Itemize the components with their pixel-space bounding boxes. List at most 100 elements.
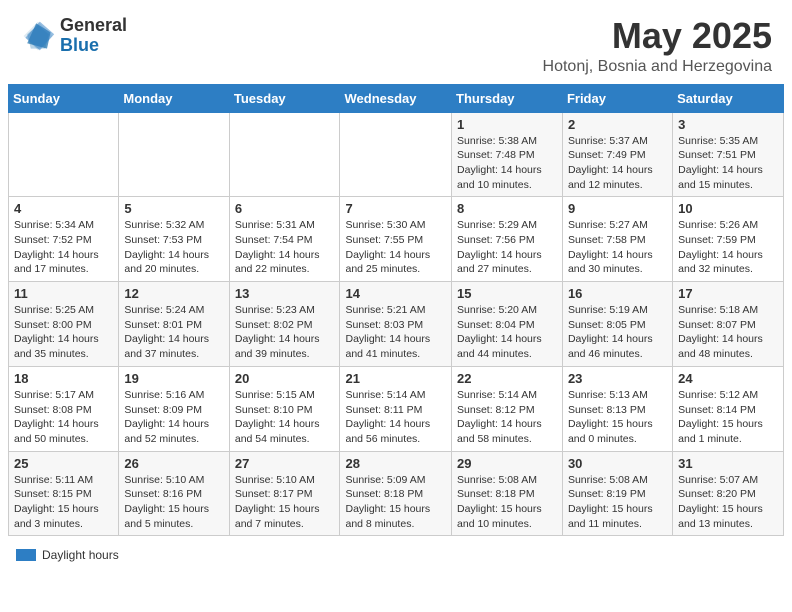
logo-blue-text: Blue: [60, 36, 127, 56]
week-row-0: 1Sunrise: 5:38 AM Sunset: 7:48 PM Daylig…: [9, 112, 784, 197]
calendar-cell: 7Sunrise: 5:30 AM Sunset: 7:55 PM Daylig…: [340, 197, 452, 282]
day-number: 4: [14, 201, 113, 216]
logo-text: General Blue: [60, 16, 127, 56]
calendar-cell: 10Sunrise: 5:26 AM Sunset: 7:59 PM Dayli…: [673, 197, 784, 282]
daylight-label: Daylight hours: [42, 548, 119, 562]
calendar-cell: 16Sunrise: 5:19 AM Sunset: 8:05 PM Dayli…: [562, 282, 672, 367]
calendar-cell: 5 Sunrise: 5:32 AM Sunset: 7:53 PM Daylig…: [119, 197, 229, 282]
calendar-cell: 23 Sunrise: 5:13 AM Sunset: 8:13 PM Dayli…: [562, 366, 672, 451]
location-text: Hotonj, Bosnia and Herzegovina: [543, 58, 772, 76]
day-info: Sunrise: 5:15 AM Sunset: 8:10 PM Dayligh…: [235, 388, 335, 447]
week-row-3: 18 Sunrise: 5:17 AM Sunset: 8:08 PM Dayli…: [9, 366, 784, 451]
page-header: General Blue May 2025 Hotonj, Bosnia and…: [0, 0, 792, 84]
day-number: 9: [568, 201, 667, 216]
day-number: 24: [678, 371, 778, 386]
calendar-footer: Daylight hours: [0, 544, 792, 570]
day-info: Sunrise: 5:35 AM Sunset: 7:51 PM Dayligh…: [678, 134, 778, 193]
day-number: 18: [14, 371, 113, 386]
day-number: 23: [568, 371, 667, 386]
calendar-cell: 1Sunrise: 5:38 AM Sunset: 7:48 PM Daylig…: [452, 112, 563, 197]
header-day-thursday: Thursday: [452, 84, 563, 112]
day-info: Sunrise: 5:24 AM Sunset: 8:01 PM Dayligh…: [124, 303, 223, 362]
week-row-2: 11 Sunrise: 5:25 AM Sunset: 8:00 PM Dayli…: [9, 282, 784, 367]
day-info: Sunrise: 5:29 AM Sunset: 7:56 PM Dayligh…: [457, 218, 557, 277]
day-info: Sunrise: 5:30 AM Sunset: 7:55 PM Dayligh…: [345, 218, 446, 277]
month-title: May 2025: [543, 16, 772, 56]
calendar-cell: 18 Sunrise: 5:17 AM Sunset: 8:08 PM Dayli…: [9, 366, 119, 451]
day-number: 12: [124, 286, 223, 301]
day-number: 14: [345, 286, 446, 301]
calendar-cell: 9 Sunrise: 5:27 AM Sunset: 7:58 PM Daylig…: [562, 197, 672, 282]
day-number: 13: [235, 286, 335, 301]
calendar-cell: 6Sunrise: 5:31 AM Sunset: 7:54 PM Daylig…: [229, 197, 340, 282]
calendar-cell: 29 Sunrise: 5:08 AM Sunset: 8:18 PM Dayli…: [452, 451, 563, 536]
day-info: Sunrise: 5:13 AM Sunset: 8:13 PM Dayligh…: [568, 388, 667, 447]
calendar-cell: [229, 112, 340, 197]
calendar-cell: 19 Sunrise: 5:16 AM Sunset: 8:09 PM Dayli…: [119, 366, 229, 451]
calendar-cell: 14Sunrise: 5:21 AM Sunset: 8:03 PM Dayli…: [340, 282, 452, 367]
week-row-1: 4 Sunrise: 5:34 AM Sunset: 7:52 PM Daylig…: [9, 197, 784, 282]
day-info: Sunrise: 5:08 AM Sunset: 8:19 PM Dayligh…: [568, 473, 667, 532]
title-section: May 2025 Hotonj, Bosnia and Herzegovina: [543, 16, 772, 76]
calendar-cell: 28 Sunrise: 5:09 AM Sunset: 8:18 PM Dayli…: [340, 451, 452, 536]
day-number: 20: [235, 371, 335, 386]
calendar-body: 1Sunrise: 5:38 AM Sunset: 7:48 PM Daylig…: [9, 112, 784, 536]
day-info: Sunrise: 5:09 AM Sunset: 8:18 PM Dayligh…: [345, 473, 446, 532]
day-info: Sunrise: 5:34 AM Sunset: 7:52 PM Dayligh…: [14, 218, 113, 277]
day-number: 27: [235, 456, 335, 471]
day-info: Sunrise: 5:32 AM Sunset: 7:53 PM Dayligh…: [124, 218, 223, 277]
day-number: 19: [124, 371, 223, 386]
day-info: Sunrise: 5:18 AM Sunset: 8:07 PM Dayligh…: [678, 303, 778, 362]
day-number: 3: [678, 117, 778, 132]
day-number: 17: [678, 286, 778, 301]
logo-general-text: General: [60, 16, 127, 36]
day-info: Sunrise: 5:37 AM Sunset: 7:49 PM Dayligh…: [568, 134, 667, 193]
calendar-cell: [340, 112, 452, 197]
day-info: Sunrise: 5:20 AM Sunset: 8:04 PM Dayligh…: [457, 303, 557, 362]
calendar-cell: 24 Sunrise: 5:12 AM Sunset: 8:14 PM Dayli…: [673, 366, 784, 451]
day-info: Sunrise: 5:12 AM Sunset: 8:14 PM Dayligh…: [678, 388, 778, 447]
calendar-cell: [119, 112, 229, 197]
calendar-cell: [9, 112, 119, 197]
day-number: 11: [14, 286, 113, 301]
day-info: Sunrise: 5:10 AM Sunset: 8:16 PM Dayligh…: [124, 473, 223, 532]
day-number: 5: [124, 201, 223, 216]
calendar-cell: 13 Sunrise: 5:23 AM Sunset: 8:02 PM Dayli…: [229, 282, 340, 367]
day-number: 29: [457, 456, 557, 471]
calendar-cell: 26 Sunrise: 5:10 AM Sunset: 8:16 PM Dayli…: [119, 451, 229, 536]
day-info: Sunrise: 5:17 AM Sunset: 8:08 PM Dayligh…: [14, 388, 113, 447]
calendar-cell: 11 Sunrise: 5:25 AM Sunset: 8:00 PM Dayli…: [9, 282, 119, 367]
calendar-header: SundayMondayTuesdayWednesdayThursdayFrid…: [9, 84, 784, 112]
calendar-cell: 3 Sunrise: 5:35 AM Sunset: 7:51 PM Daylig…: [673, 112, 784, 197]
header-day-sunday: Sunday: [9, 84, 119, 112]
day-info: Sunrise: 5:08 AM Sunset: 8:18 PM Dayligh…: [457, 473, 557, 532]
day-info: Sunrise: 5:10 AM Sunset: 8:17 PM Dayligh…: [235, 473, 335, 532]
calendar-cell: 22Sunrise: 5:14 AM Sunset: 8:12 PM Dayli…: [452, 366, 563, 451]
day-info: Sunrise: 5:25 AM Sunset: 8:00 PM Dayligh…: [14, 303, 113, 362]
daylight-swatch: [16, 549, 36, 561]
calendar-table: SundayMondayTuesdayWednesdayThursdayFrid…: [8, 84, 784, 537]
day-info: Sunrise: 5:31 AM Sunset: 7:54 PM Dayligh…: [235, 218, 335, 277]
day-number: 30: [568, 456, 667, 471]
header-day-monday: Monday: [119, 84, 229, 112]
calendar-cell: 8Sunrise: 5:29 AM Sunset: 7:56 PM Daylig…: [452, 197, 563, 282]
day-info: Sunrise: 5:26 AM Sunset: 7:59 PM Dayligh…: [678, 218, 778, 277]
day-number: 21: [345, 371, 446, 386]
calendar-cell: 2 Sunrise: 5:37 AM Sunset: 7:49 PM Daylig…: [562, 112, 672, 197]
day-number: 16: [568, 286, 667, 301]
day-number: 15: [457, 286, 557, 301]
day-info: Sunrise: 5:27 AM Sunset: 7:58 PM Dayligh…: [568, 218, 667, 277]
day-info: Sunrise: 5:07 AM Sunset: 8:20 PM Dayligh…: [678, 473, 778, 532]
day-info: Sunrise: 5:16 AM Sunset: 8:09 PM Dayligh…: [124, 388, 223, 447]
day-info: Sunrise: 5:11 AM Sunset: 8:15 PM Dayligh…: [14, 473, 113, 532]
day-number: 25: [14, 456, 113, 471]
day-number: 2: [568, 117, 667, 132]
day-number: 22: [457, 371, 557, 386]
day-info: Sunrise: 5:23 AM Sunset: 8:02 PM Dayligh…: [235, 303, 335, 362]
calendar-cell: 31Sunrise: 5:07 AM Sunset: 8:20 PM Dayli…: [673, 451, 784, 536]
week-row-4: 25 Sunrise: 5:11 AM Sunset: 8:15 PM Dayli…: [9, 451, 784, 536]
header-day-saturday: Saturday: [673, 84, 784, 112]
day-number: 26: [124, 456, 223, 471]
header-row: SundayMondayTuesdayWednesdayThursdayFrid…: [9, 84, 784, 112]
day-number: 28: [345, 456, 446, 471]
